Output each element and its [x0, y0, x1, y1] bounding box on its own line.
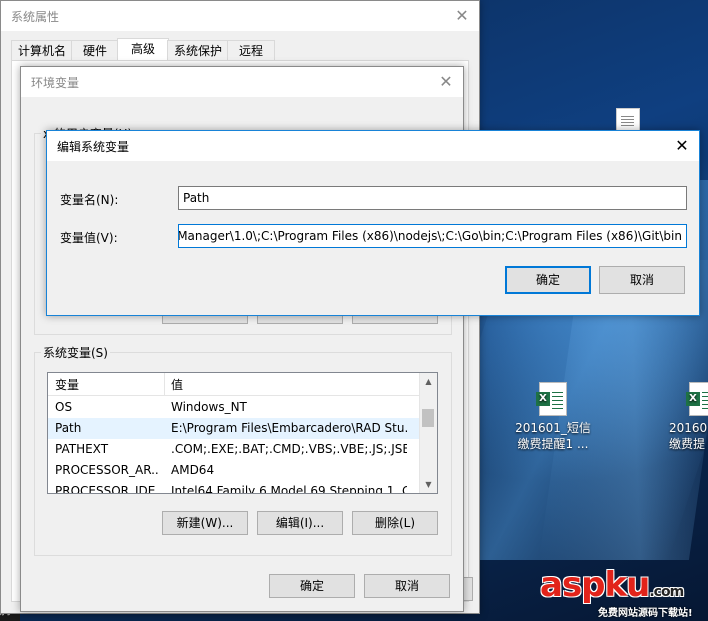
- system-new-button[interactable]: 新建(W)...: [162, 511, 248, 535]
- tab-hardware[interactable]: 硬件: [71, 40, 119, 61]
- list-header: 变量 值: [48, 373, 420, 396]
- system-variables-list[interactable]: 变量 值 OS Windows_NT Path E:\Program Files…: [47, 372, 438, 494]
- close-icon[interactable]: ✕: [429, 67, 463, 97]
- scroll-up-icon[interactable]: ▲: [420, 373, 437, 390]
- desktop-file-subtitle: 缴费提醒1 ...: [517, 437, 589, 451]
- system-delete-button[interactable]: 删除(L): [352, 511, 438, 535]
- desktop-file-subtitle: 缴费提: [669, 437, 706, 451]
- scrollbar-thumb[interactable]: [422, 409, 434, 427]
- vertical-scrollbar[interactable]: ▲ ▼: [419, 373, 437, 493]
- excel-file-icon: X: [686, 382, 708, 416]
- desktop-file-name: 201601_短信: [515, 421, 591, 435]
- tab-advanced[interactable]: 高级: [117, 38, 169, 62]
- scroll-down-icon[interactable]: ▼: [420, 476, 437, 493]
- system-variables-group: 系统变量(S) 变量 值 OS Windows_NT Path E:\Progr…: [34, 344, 452, 556]
- system-properties-titlebar[interactable]: 系统属性 ✕: [1, 1, 479, 31]
- cancel-button[interactable]: 取消: [599, 266, 685, 294]
- variable-value-input[interactable]: Manager\1.0\;C:\Program Files (x86)\node…: [178, 224, 687, 248]
- window-title: 环境变量: [31, 76, 80, 90]
- table-row[interactable]: PATHEXT .COM;.EXE;.BAT;.CMD;.VBS;.VBE;.J…: [48, 439, 420, 460]
- column-divider[interactable]: [164, 373, 165, 395]
- desktop-file-excel-1[interactable]: X 201601_短信 缴费提醒1 ...: [508, 382, 598, 452]
- group-label: 系统变量(S): [41, 344, 110, 361]
- variable-name-input[interactable]: Path: [178, 186, 687, 210]
- tab-remote[interactable]: 远程: [227, 40, 275, 61]
- table-row[interactable]: OS Windows_NT: [48, 397, 420, 418]
- dialog-title: 编辑系统变量: [57, 140, 130, 154]
- tab-computer-name[interactable]: 计算机名: [11, 40, 73, 61]
- system-edit-button[interactable]: 编辑(I)...: [257, 511, 343, 535]
- window-title: 系统属性: [11, 10, 60, 24]
- variable-name-label: 变量名(N):: [60, 193, 119, 207]
- edit-system-variable-dialog: 编辑系统变量 ✕ 变量名(N): Path 变量值(V): Manager\1.…: [46, 130, 700, 316]
- edit-dialog-titlebar[interactable]: 编辑系统变量 ✕: [47, 131, 699, 161]
- column-header-value[interactable]: 值: [171, 376, 183, 393]
- variable-value-text: Manager\1.0\;C:\Program Files (x86)\node…: [178, 229, 682, 243]
- table-row[interactable]: PROCESSOR_IDE... Intel64 Family 6 Model …: [48, 481, 420, 493]
- column-header-variable[interactable]: 变量: [55, 376, 79, 393]
- table-row-selected[interactable]: Path E:\Program Files\Embarcadero\RAD St…: [48, 418, 420, 439]
- table-row[interactable]: PROCESSOR_AR... AMD64: [48, 460, 420, 481]
- aspku-watermark-logo: aspku.com 免费网站源码下载站!: [540, 566, 706, 619]
- watermark-tagline: 免费网站源码下载站!: [598, 608, 693, 619]
- cancel-button[interactable]: 取消: [364, 574, 450, 598]
- desktop-file-excel-2[interactable]: X 20160 缴费提: [655, 382, 708, 452]
- excel-file-icon: X: [536, 382, 567, 416]
- desktop-file-name: 20160: [669, 421, 708, 435]
- ok-button[interactable]: 确定: [269, 574, 355, 598]
- close-icon[interactable]: ✕: [445, 1, 479, 31]
- tab-system-protection[interactable]: 系统保护: [167, 40, 229, 61]
- environment-variables-titlebar[interactable]: 环境变量 ✕: [21, 67, 463, 97]
- ok-button[interactable]: 确定: [505, 266, 591, 294]
- close-icon[interactable]: ✕: [665, 131, 699, 161]
- variable-value-label: 变量值(V):: [60, 231, 118, 245]
